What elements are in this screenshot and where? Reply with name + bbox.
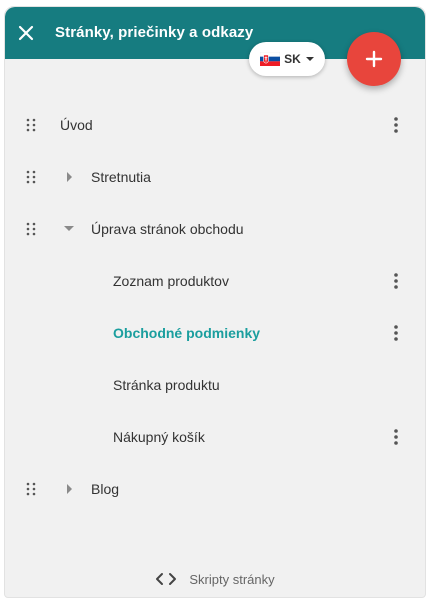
tree-item-label: Úvod [60, 117, 93, 133]
language-selector[interactable]: SK [249, 42, 325, 76]
plus-icon [365, 50, 383, 68]
more-vert-icon[interactable] [386, 115, 406, 135]
caret-down-icon[interactable] [63, 222, 75, 236]
tree-item[interactable]: Úvod [5, 99, 425, 151]
tree-item[interactable]: Úprava stránok obchodu [5, 203, 425, 255]
tree-item-label: Zoznam produktov [113, 273, 229, 289]
more-vert-icon[interactable] [386, 271, 406, 291]
tree-item-label: Nákupný košík [113, 429, 205, 445]
tree-item[interactable]: Stretnutia [5, 151, 425, 203]
tree-item[interactable]: Nákupný košík [5, 411, 425, 463]
tree-item-label: Obchodné podmienky [113, 325, 261, 341]
drag-handle-icon[interactable] [26, 222, 36, 236]
more-vert-icon[interactable] [386, 427, 406, 447]
pages-panel: Stránky, priečinky a odkazy SK Úvod Stret… [4, 6, 426, 598]
tree-item-label: Stretnutia [91, 169, 151, 185]
page-scripts-label: Skripty stránky [189, 571, 275, 587]
drag-handle-icon[interactable] [26, 118, 36, 132]
caret-right-icon[interactable] [63, 482, 75, 496]
tree-item[interactable]: Zoznam produktov [5, 255, 425, 307]
add-page-button[interactable] [347, 32, 401, 86]
caret-right-icon[interactable] [63, 170, 75, 184]
panel-title: Stránky, priečinky a odkazy [55, 24, 254, 41]
close-icon [18, 25, 34, 41]
tree-item-label: Úprava stránok obchodu [91, 221, 244, 237]
tree-item-label: Stránka produktu [113, 377, 220, 393]
page-scripts-link[interactable]: Skripty stránky [5, 567, 425, 591]
code-icon [156, 573, 177, 585]
tree-item[interactable]: Stránka produktu [5, 359, 425, 411]
drag-handle-icon[interactable] [26, 170, 36, 184]
language-code: SK [284, 52, 301, 66]
more-vert-icon[interactable] [386, 323, 406, 343]
tree-item[interactable]: Blog [5, 463, 425, 515]
drag-handle-icon[interactable] [26, 482, 36, 496]
tree-item[interactable]: Obchodné podmienky [5, 307, 425, 359]
chevron-down-icon [305, 57, 314, 61]
page-tree: Úvod Stretnutia Úprava stránok obchodu Zozn… [5, 99, 425, 515]
close-button[interactable] [13, 20, 39, 46]
tree-item-label: Blog [91, 481, 120, 497]
slovakia-flag-icon [260, 52, 281, 66]
